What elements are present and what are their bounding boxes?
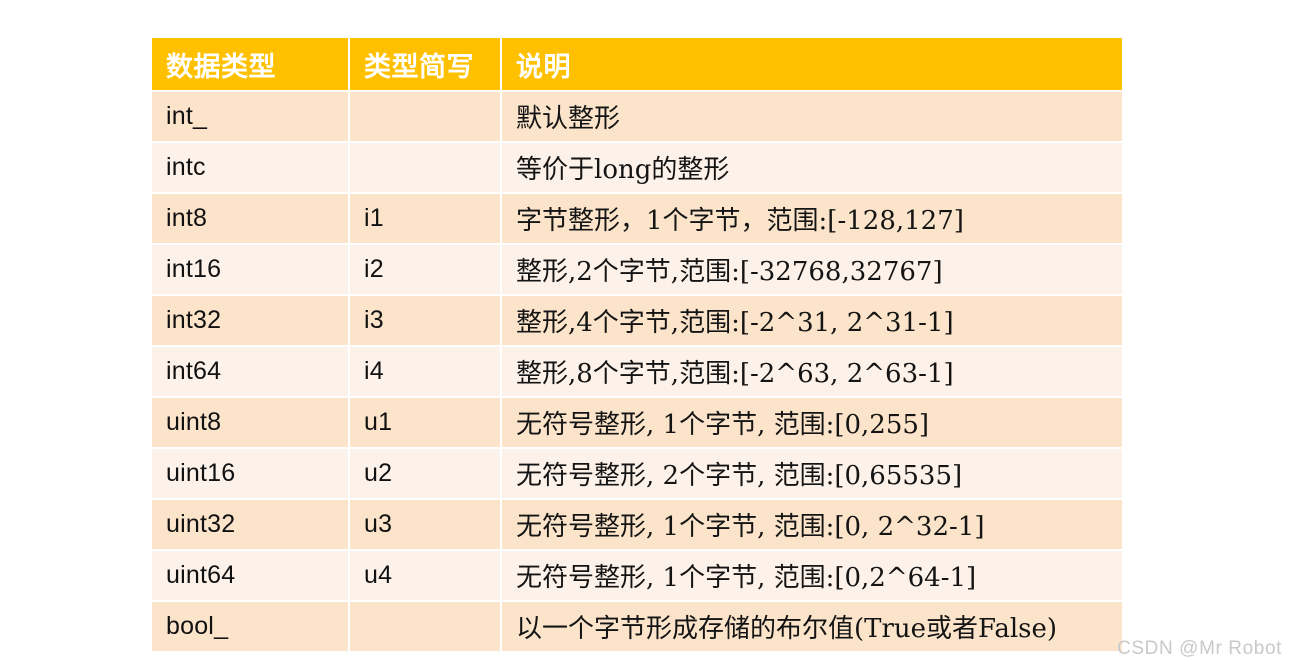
cell-type-abbreviation: u3	[350, 500, 500, 549]
cell-description: 字节整形，1个字节，范围:[-128,127]	[502, 194, 1122, 243]
table-header: 数据类型 类型简写 说明	[152, 38, 1122, 90]
cell-type-abbreviation: i3	[350, 296, 500, 345]
table-row: bool_ 以一个字节形成存储的布尔值(True或者False)	[152, 602, 1122, 651]
cell-data-type: uint8	[152, 398, 348, 447]
table-row: int32 i3 整形,4个字节,范围:[-2^31, 2^31-1]	[152, 296, 1122, 345]
cell-data-type: intc	[152, 143, 348, 192]
table-row: intc 等价于long的整形	[152, 143, 1122, 192]
cell-description: 整形,8个字节,范围:[-2^63, 2^63-1]	[502, 347, 1122, 396]
cell-description: 无符号整形, 2个字节, 范围:[0,65535]	[502, 449, 1122, 498]
cell-type-abbreviation: u4	[350, 551, 500, 600]
cell-description: 整形,2个字节,范围:[-32768,32767]	[502, 245, 1122, 294]
table-body: int_ 默认整形 intc 等价于long的整形 int8 i1 字节整形，1个字节，范围…	[152, 92, 1122, 651]
cell-description: 等价于long的整形	[502, 143, 1122, 192]
table-row: uint8 u1 无符号整形, 1个字节, 范围:[0,255]	[152, 398, 1122, 447]
cell-data-type: uint32	[152, 500, 348, 549]
table-row: uint16 u2 无符号整形, 2个字节, 范围:[0,65535]	[152, 449, 1122, 498]
page-root: 数据类型 类型简写 说明 int_ 默认整形 intc 等价于long的整形 int8 i…	[0, 0, 1294, 668]
cell-type-abbreviation: i2	[350, 245, 500, 294]
cell-type-abbreviation: i4	[350, 347, 500, 396]
cell-data-type: uint64	[152, 551, 348, 600]
table-row: int_ 默认整形	[152, 92, 1122, 141]
cell-description: 默认整形	[502, 92, 1122, 141]
cell-type-abbreviation	[350, 602, 500, 651]
table-row: int16 i2 整形,2个字节,范围:[-32768,32767]	[152, 245, 1122, 294]
cell-description: 整形,4个字节,范围:[-2^31, 2^31-1]	[502, 296, 1122, 345]
column-header-data-type: 数据类型	[152, 38, 348, 90]
table-row: uint64 u4 无符号整形, 1个字节, 范围:[0,2^64-1]	[152, 551, 1122, 600]
cell-type-abbreviation	[350, 92, 500, 141]
cell-data-type: int_	[152, 92, 348, 141]
cell-data-type: int16	[152, 245, 348, 294]
cell-description: 无符号整形, 1个字节, 范围:[0,255]	[502, 398, 1122, 447]
cell-description: 无符号整形, 1个字节, 范围:[0, 2^32-1]	[502, 500, 1122, 549]
table-row: int8 i1 字节整形，1个字节，范围:[-128,127]	[152, 194, 1122, 243]
csdn-watermark: CSDN @Mr Robot	[1117, 638, 1282, 659]
cell-type-abbreviation: i1	[350, 194, 500, 243]
column-header-type-abbreviation: 类型简写	[350, 38, 500, 90]
cell-description: 以一个字节形成存储的布尔值(True或者False)	[502, 602, 1122, 651]
cell-data-type: bool_	[152, 602, 348, 651]
table-header-row: 数据类型 类型简写 说明	[152, 38, 1122, 90]
column-header-description: 说明	[502, 38, 1122, 90]
cell-data-type: int32	[152, 296, 348, 345]
cell-description: 无符号整形, 1个字节, 范围:[0,2^64-1]	[502, 551, 1122, 600]
cell-type-abbreviation: u1	[350, 398, 500, 447]
cell-data-type: int64	[152, 347, 348, 396]
cell-data-type: uint16	[152, 449, 348, 498]
table-row: int64 i4 整形,8个字节,范围:[-2^63, 2^63-1]	[152, 347, 1122, 396]
cell-data-type: int8	[152, 194, 348, 243]
data-type-table: 数据类型 类型简写 说明 int_ 默认整形 intc 等价于long的整形 int8 i…	[150, 36, 1124, 653]
table-row: uint32 u3 无符号整形, 1个字节, 范围:[0, 2^32-1]	[152, 500, 1122, 549]
cell-type-abbreviation: u2	[350, 449, 500, 498]
cell-type-abbreviation	[350, 143, 500, 192]
